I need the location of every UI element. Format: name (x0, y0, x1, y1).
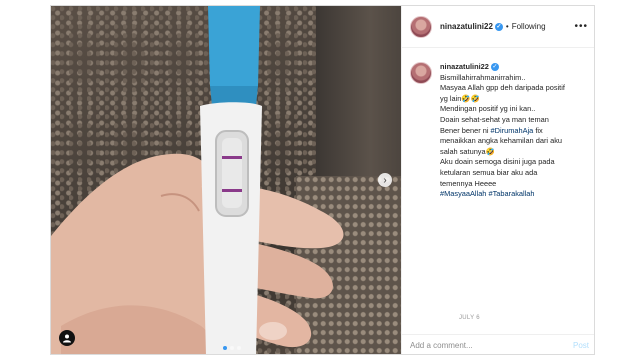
carousel-dot-3 (237, 346, 241, 350)
caption-line-with-hashtag: Bener bener ni #DirumahAja fix (440, 126, 565, 137)
carousel-dot-1 (223, 346, 227, 350)
carousel-indicator (223, 346, 241, 350)
caption-line: Mendingan positif yg ini kan.. (440, 104, 536, 114)
caption-line: salah satunya🤣 (440, 146, 495, 156)
post-sidebar: ninazatulini22 ✓ • Following ••• ninazatu… (401, 6, 594, 354)
caption-line: ketularan semua biar aku ada (440, 167, 538, 177)
caption-username[interactable]: ninazatulini22 (440, 62, 489, 71)
hashtag-tabarakallah[interactable]: #Tabarakallah (489, 189, 535, 198)
comment-input[interactable]: Add a comment... (410, 341, 473, 350)
hashtag-dirumahaja[interactable]: #DirumahAja (491, 126, 534, 135)
following-button[interactable]: Following (512, 22, 546, 31)
pregnancy-test-stick (200, 6, 262, 354)
caption-line: Aku doain semoga disini juga pada (440, 157, 555, 167)
caption-avatar[interactable] (410, 62, 432, 84)
verified-badge-icon: ✓ (490, 63, 499, 72)
verified-badge-icon: ✓ (494, 22, 503, 31)
post-date[interactable]: JULY 6 (459, 315, 480, 321)
username-text[interactable]: ninazatulini22 (440, 22, 493, 31)
hashtag-masyaallah[interactable]: #MasyaaAllah (440, 189, 486, 198)
caption-line: menaikkan angka kehamilan dari aku (440, 136, 563, 146)
tagged-user-icon[interactable] (59, 330, 75, 346)
person-icon (63, 334, 71, 343)
caption-line: temennya Heeee (440, 178, 497, 188)
caption-comment: ninazatulini22 ✓ Bismillahirrahmanirrahim… (410, 62, 590, 200)
caption-line: Bismillahirrahmanirrahim.. (440, 72, 526, 82)
chevron-right-icon: › (383, 174, 387, 186)
post-comment-button[interactable]: Post (573, 341, 589, 350)
caption-line: Masyaa Allah gpp deh daripada positif (440, 83, 565, 93)
header-username[interactable]: ninazatulini22 ✓ (440, 22, 503, 31)
caption-text: fix (533, 125, 543, 135)
post-header: ninazatulini22 ✓ • Following ••• (402, 6, 594, 48)
carousel-dot-2 (230, 346, 234, 350)
caption-line: yg lain🤣🤣 (440, 93, 480, 103)
avatar[interactable] (410, 15, 432, 38)
instagram-post: › ninazatulini22 ✓ • Following ••• ninaza… (50, 5, 595, 355)
hashtag-line: #MasyaaAllah #Tabarakallah (440, 189, 565, 200)
caption-body: ninazatulini22 ✓ Bismillahirrahmanirrahim… (440, 62, 565, 200)
separator-dot: • (505, 22, 509, 31)
next-arrow-button[interactable]: › (378, 173, 392, 187)
add-comment-bar: Add a comment... Post (402, 334, 594, 354)
post-photo[interactable]: › (51, 6, 401, 354)
caption-text: Bener bener ni (440, 125, 491, 135)
caption-line: Doain sehat-sehat ya man teman (440, 114, 549, 124)
more-options-icon[interactable]: ••• (574, 21, 588, 32)
